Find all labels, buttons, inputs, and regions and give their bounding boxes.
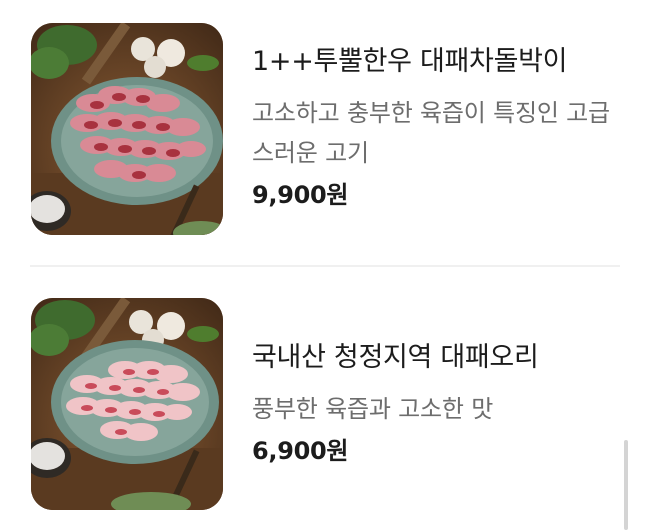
menu-list: 1++투뿔한우 대패차돌박이 고소하고 충부한 육즙이 특징인 고급스러운 고기… (0, 0, 650, 530)
menu-item-title: 1++투뿔한우 대패차돌박이 (252, 46, 568, 77)
menu-item-description: 고소하고 충부한 육즙이 특징인 고급스러운 고기 (252, 99, 610, 167)
menu-item-info: 1++투뿔한우 대패차돌박이 고소하고 충부한 육즙이 특징인 고급스러운 고기… (252, 42, 627, 213)
sliced-duck-plate-icon (31, 298, 223, 510)
menu-item-description: 풍부한 육즙과 고소한 맛 (252, 395, 494, 423)
menu-item-info: 국내산 청정지역 대패오리 풍부한 육즙과 고소한 맛 6,900원 (252, 338, 627, 469)
menu-item-price: 9,900원 (252, 181, 349, 209)
menu-item-price: 6,900원 (252, 437, 349, 465)
sliced-beef-brisket-plate-icon (31, 23, 223, 235)
menu-item-image[interactable] (31, 298, 223, 510)
scrollbar-thumb[interactable] (624, 440, 628, 530)
menu-item[interactable]: 1++투뿔한우 대패차돌박이 고소하고 충부한 육즙이 특징인 고급스러운 고기… (0, 0, 650, 262)
divider (30, 265, 620, 267)
menu-item-title: 국내산 청정지역 대패오리 (252, 342, 539, 373)
menu-item[interactable]: 국내산 청정지역 대패오리 풍부한 육즙과 고소한 맛 6,900원 (0, 272, 650, 530)
menu-item-image[interactable] (31, 23, 223, 235)
